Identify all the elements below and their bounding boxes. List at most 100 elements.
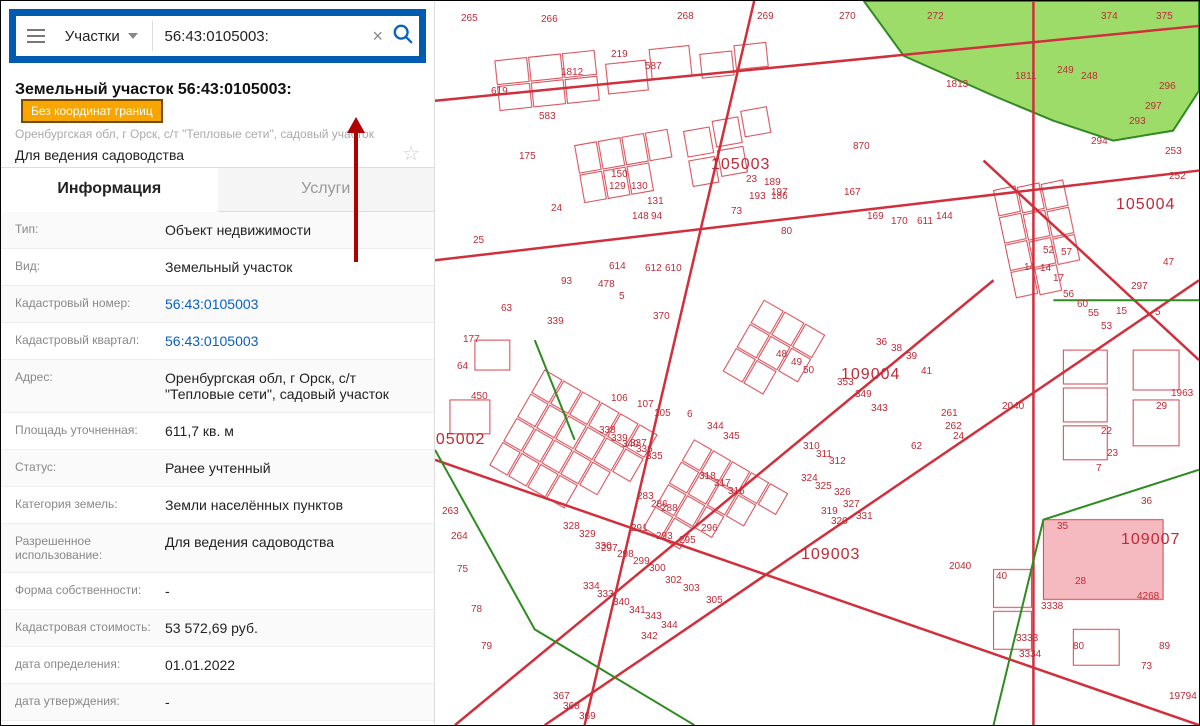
tab-services[interactable]: Услуги xyxy=(218,168,435,212)
map-parcel-lines xyxy=(435,1,1199,725)
parcel-label: 293 xyxy=(656,531,673,542)
field-label: Площадь уточненная: xyxy=(1,413,161,449)
clear-icon[interactable]: × xyxy=(370,26,386,47)
parcel-label: 610 xyxy=(665,263,682,274)
parcel-label: 7 xyxy=(1096,463,1102,474)
block-label: 105002 xyxy=(435,431,485,449)
parcel-label: 263 xyxy=(442,506,459,517)
parcel-label: 353 xyxy=(837,377,854,388)
parcel-label: 39 xyxy=(906,351,917,362)
parcel-label: 614 xyxy=(609,261,626,272)
field-row: Адрес:Оренбургская обл, г Орск, с/т "Теп… xyxy=(1,360,434,413)
parcel-label: 316 xyxy=(728,486,745,497)
parcel-label: 75 xyxy=(457,564,468,575)
parcel-label: 252 xyxy=(1169,171,1186,182)
parcel-label: 35 xyxy=(1057,521,1068,532)
parcel-label: 19794 xyxy=(1169,691,1197,702)
field-value: Земельный участок xyxy=(161,249,434,285)
block-label: 105003 xyxy=(711,156,770,174)
field-value: Объект недвижимости xyxy=(161,212,434,248)
field-row: Кадастровая стоимость:53 572,69 руб. xyxy=(1,610,434,647)
parcel-label: 197 xyxy=(771,187,788,198)
parcel-label: 341 xyxy=(629,605,646,616)
parcel-label: 129 xyxy=(609,181,626,192)
field-label: Форма собственности: xyxy=(1,573,161,609)
parcel-label: 130 xyxy=(631,181,648,192)
parcel-label: 23 xyxy=(1107,448,1118,459)
parcel-label: 272 xyxy=(927,11,944,22)
parcel-label: 24 xyxy=(551,203,562,214)
parcel-label: 298 xyxy=(617,549,634,560)
block-label: 109007 xyxy=(1121,531,1180,549)
parcel-label: 270 xyxy=(839,11,856,22)
parcel-label: 312 xyxy=(829,456,846,467)
parcel-label: 36 xyxy=(876,337,887,348)
parcel-label: 344 xyxy=(707,421,724,432)
field-label: дата внесения сведений: xyxy=(1,721,161,725)
field-value: 01.01.2022 xyxy=(161,647,434,683)
parcel-label: 329 xyxy=(579,529,596,540)
search-icon xyxy=(392,23,414,45)
separator xyxy=(152,21,153,51)
parcel-label: 52 xyxy=(1043,245,1054,256)
parcel-label: 286 xyxy=(651,499,668,510)
parcel-label: 175 xyxy=(519,151,536,162)
parcel-label: 15 xyxy=(1116,306,1127,317)
field-label: Статус: xyxy=(1,450,161,486)
field-row: Тип:Объект недвижимости xyxy=(1,212,434,249)
field-row: Разрешенное использование:Для ведения са… xyxy=(1,524,434,573)
no-coords-badge: Без координат границ xyxy=(21,99,163,123)
parcel-label: 167 xyxy=(844,187,861,198)
parcel-label: 305 xyxy=(706,595,723,606)
parcel-label: 611 xyxy=(917,216,933,227)
parcel-label: 587 xyxy=(645,61,662,72)
field-label: Вид: xyxy=(1,249,161,285)
search-type-selector[interactable]: Участки xyxy=(57,28,146,45)
field-value[interactable]: 56:43:0105003 xyxy=(161,323,434,359)
parcel-label: 343 xyxy=(645,611,662,622)
menu-icon[interactable] xyxy=(24,29,49,43)
parcel-label: 63 xyxy=(501,303,512,314)
search-input[interactable] xyxy=(159,28,370,45)
field-label: Адрес: xyxy=(1,360,161,412)
field-value[interactable]: 56:43:0105003 xyxy=(161,286,434,322)
parcel-label: 293 xyxy=(1129,116,1146,127)
parcel-label: 177 xyxy=(463,334,480,345)
parcel-label: 23 xyxy=(746,174,757,185)
cadastral-map[interactable]: 1050031050021050041090031090041090072652… xyxy=(435,1,1199,725)
block-label: 109003 xyxy=(801,546,860,564)
parcel-label: 36 xyxy=(1141,496,1152,507)
field-label: Тип: xyxy=(1,212,161,248)
parcel-label: 3333 xyxy=(1016,633,1038,644)
search-button[interactable] xyxy=(386,23,419,50)
parcel-label: 331 xyxy=(856,511,873,522)
parcel-label: 340 xyxy=(613,597,630,608)
field-row: Статус:Ранее учтенный xyxy=(1,450,434,487)
field-value: - xyxy=(161,684,434,720)
parcel-label: 50 xyxy=(803,365,814,376)
parcel-label: 249 xyxy=(1057,65,1074,76)
field-row: Категория земель:Земли населённых пункто… xyxy=(1,487,434,524)
parcel-label: 148 xyxy=(632,211,649,222)
parcel-label: 269 xyxy=(757,11,774,22)
parcel-label: 17 xyxy=(1053,273,1064,284)
field-row: дата внесения сведений:14.12.2022 xyxy=(1,721,434,725)
parcel-label: 248 xyxy=(1081,71,1098,82)
parcel-label: 619 xyxy=(491,86,508,97)
object-use: Для ведения садоводства xyxy=(15,147,420,163)
parcel-label: 22 xyxy=(1101,426,1112,437)
parcel-label: 583 xyxy=(539,111,556,122)
block-label: 105004 xyxy=(1116,196,1175,214)
parcel-label: 14 xyxy=(1040,263,1051,274)
parcel-label: 169 xyxy=(867,211,884,222)
field-row: Форма собственности:- xyxy=(1,573,434,610)
parcel-label: 374 xyxy=(1101,11,1118,22)
favorite-icon[interactable]: ☆ xyxy=(402,141,420,166)
parcel-label: 57 xyxy=(1061,247,1072,258)
field-label: Кадастровый квартал: xyxy=(1,323,161,359)
parcel-label: 294 xyxy=(1091,136,1108,147)
parcel-label: 3334 xyxy=(1019,649,1041,660)
parcel-label: 326 xyxy=(834,487,851,498)
tab-info[interactable]: Информация xyxy=(1,168,218,212)
parcel-label: 266 xyxy=(541,14,558,25)
